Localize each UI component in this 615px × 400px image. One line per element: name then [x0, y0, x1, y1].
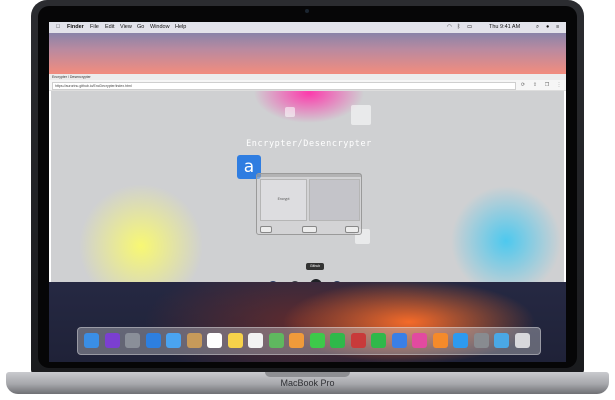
linkedin-icon[interactable]	[332, 281, 342, 282]
tabs-icon[interactable]: ❐	[543, 82, 551, 88]
encrypt-panel: Encrypt	[256, 173, 362, 235]
facebook-icon[interactable]	[268, 281, 278, 282]
share-icon[interactable]: ⇪	[531, 82, 539, 88]
menu-edit[interactable]: Edit	[105, 24, 114, 30]
laptop-label: MacBook Pro	[280, 378, 335, 388]
dock	[77, 327, 541, 355]
dock-messages-icon[interactable]	[309, 333, 325, 348]
menu-bar:  Finder File Edit View Go Window Help ◠…	[49, 22, 566, 33]
dock-facetime-icon[interactable]	[330, 333, 345, 348]
panel-header	[257, 174, 361, 177]
input-textarea[interactable]: Encrypt	[260, 179, 307, 221]
dock-keynote-icon[interactable]	[391, 333, 407, 348]
spotlight-icon[interactable]: ⌕	[536, 24, 539, 31]
menu-file[interactable]: File	[90, 24, 99, 30]
dock-system-preferences-icon[interactable]	[473, 333, 489, 348]
dock-itunes-icon[interactable]	[412, 333, 427, 348]
bluetooth-icon[interactable]: ᛒ	[457, 24, 460, 30]
siri-menu-icon[interactable]: ●	[546, 24, 549, 30]
github-icon[interactable]	[310, 279, 322, 282]
dock-safari-icon[interactable]	[145, 333, 161, 348]
apple-menu-icon[interactable]: 	[56, 24, 60, 30]
dock-maps-icon[interactable]	[268, 333, 284, 348]
window-title: Encrypter / Desencrypter	[52, 75, 91, 79]
dock-contacts-icon[interactable]	[186, 333, 202, 348]
dock-downloads-icon[interactable]	[494, 333, 509, 348]
base-notch	[265, 372, 350, 377]
address-bar[interactable]: https://aurorinu.github.io/EncDecrypter/…	[52, 82, 516, 90]
dock-photos-icon[interactable]	[289, 333, 304, 348]
dock-mail-icon[interactable]	[166, 333, 181, 348]
dock-numbers-icon[interactable]	[371, 333, 386, 348]
battery-icon[interactable]: ▭	[467, 24, 472, 30]
menu-window[interactable]: Window	[150, 24, 170, 30]
browser-window: Encrypter / Desencrypter https://aurorin…	[49, 74, 566, 282]
menu-app-name[interactable]: Finder	[67, 24, 84, 30]
page-content: Encrypter/Desencrypter a Encrypt Github	[51, 91, 564, 282]
dock-finder-icon[interactable]	[84, 333, 99, 348]
dock-photo-booth-icon[interactable]	[350, 333, 366, 348]
wifi-icon[interactable]: ◠	[447, 24, 452, 30]
menu-clock[interactable]: Thu 9:41 AM	[489, 24, 520, 30]
camera	[305, 9, 309, 13]
dock-calendar-icon[interactable]	[207, 333, 222, 348]
notification-center-icon[interactable]: ≡	[556, 24, 559, 30]
screen:  Finder File Edit View Go Window Help ◠…	[49, 22, 566, 362]
input-label: Encrypt	[277, 197, 290, 201]
decor-square	[351, 105, 371, 125]
github-tooltip: Github	[306, 263, 324, 270]
dock-trash-icon[interactable]	[514, 333, 530, 348]
stack-icon[interactable]	[290, 281, 300, 282]
copy-button[interactable]	[302, 226, 317, 233]
dock-reminders-icon[interactable]	[248, 333, 263, 348]
menu-go[interactable]: Go	[137, 24, 144, 30]
encrypt-button[interactable]	[260, 226, 272, 233]
decor-square	[285, 107, 295, 117]
menu-help[interactable]: Help	[175, 24, 186, 30]
dock-ibooks-icon[interactable]	[432, 333, 448, 348]
dock-siri-icon[interactable]	[104, 333, 120, 348]
menu-icon[interactable]: ⋮	[555, 82, 563, 88]
dock-launchpad-icon[interactable]	[125, 333, 140, 348]
browser-toolbar: https://aurorinu.github.io/EncDecrypter/…	[49, 80, 566, 91]
dock-notes-icon[interactable]	[227, 333, 243, 348]
dock-app-store-icon[interactable]	[453, 333, 468, 348]
decrypt-button[interactable]	[345, 226, 359, 233]
reload-icon[interactable]: ⟳	[519, 82, 527, 88]
output-textarea[interactable]	[309, 179, 360, 221]
menu-view[interactable]: View	[120, 24, 132, 30]
page-title: Encrypter/Desencrypter	[246, 139, 372, 149]
